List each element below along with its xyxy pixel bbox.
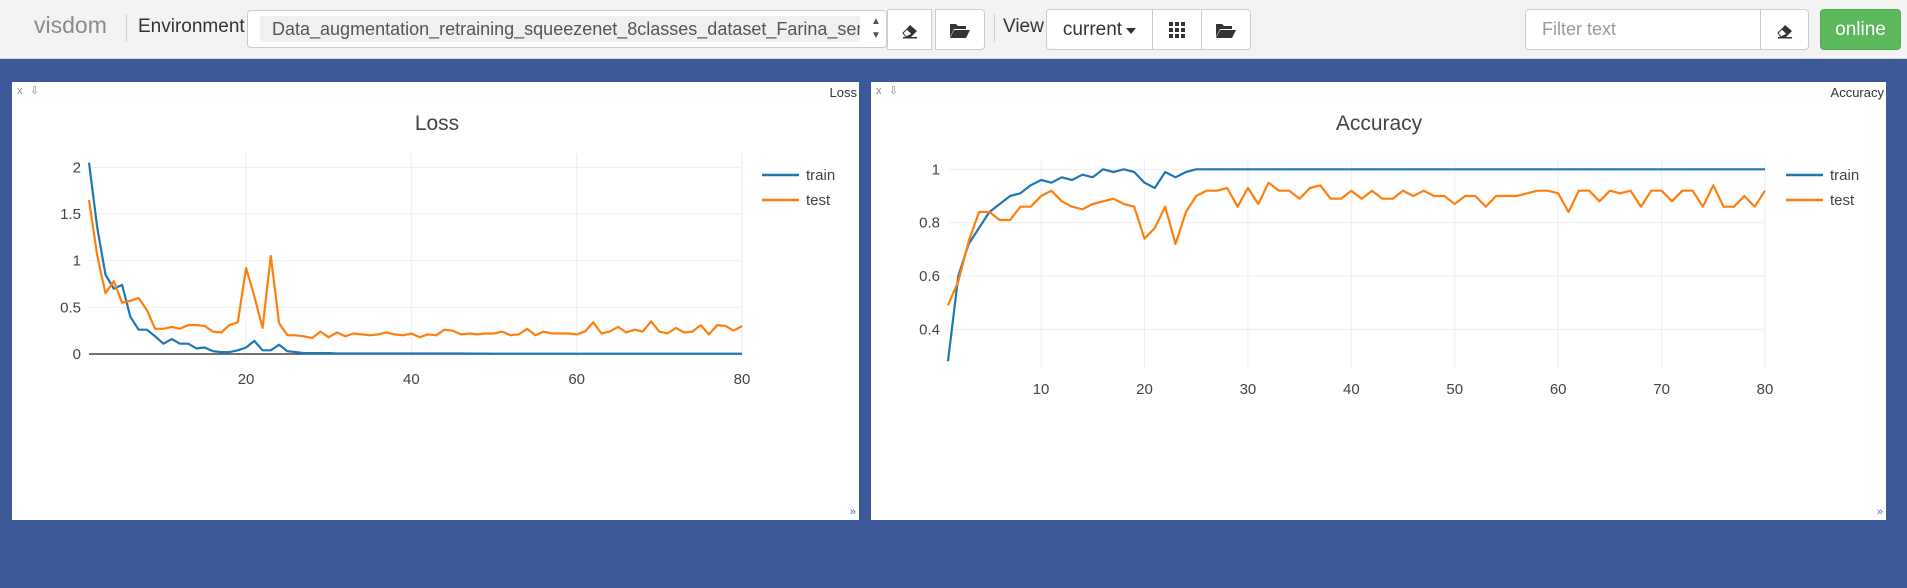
x-tick-label: 30: [1240, 381, 1257, 398]
x-tick-label: 80: [734, 371, 751, 388]
series-line-train: [946, 168, 1765, 362]
accuracy-plot-pane[interactable]: x ⇩ Accuracy Accuracy 10 20 30 40 50 60 70 80 0.4…: [871, 82, 1886, 520]
series-line-test: [946, 181, 1766, 306]
folder-open-icon: [949, 21, 971, 39]
legend-label-test: test: [1830, 192, 1855, 209]
environment-scroll-arrows[interactable]: ▲ ▼: [868, 15, 884, 45]
legend-label-train: train: [806, 167, 835, 184]
legend-label-test: test: [806, 192, 831, 209]
x-tick-label: 10: [1033, 381, 1050, 398]
chart-title: Loss: [415, 112, 459, 135]
open-env-button[interactable]: [935, 9, 985, 50]
brand-logo: visdom: [34, 12, 107, 38]
x-tick-label: 60: [568, 371, 585, 388]
x-tick-label: 20: [1136, 381, 1153, 398]
open-view-button[interactable]: [1201, 9, 1251, 50]
online-status-button[interactable]: online: [1820, 9, 1901, 50]
y-tick-label: 1: [932, 161, 940, 178]
loss-plot-pane[interactable]: x ⇩ Loss Loss 20 40 60 80 0 0.5 1 1.5 2 train test …: [12, 82, 859, 520]
divider: [994, 14, 995, 42]
series-line-test: [87, 199, 743, 340]
chart-title: Accuracy: [1336, 112, 1423, 135]
layout-grid-button[interactable]: [1152, 9, 1202, 50]
y-tick-label: 0: [73, 346, 81, 363]
y-tick-label: 1.5: [60, 206, 81, 223]
x-tick-label: 70: [1653, 381, 1670, 398]
folder-open-icon: [1215, 21, 1237, 39]
x-tick-label: 40: [1343, 381, 1360, 398]
view-label: View: [1003, 16, 1044, 37]
environment-tag: Data_augmentation_retraining_squeezenet_…: [260, 16, 860, 42]
clear-filter-button[interactable]: [1760, 9, 1809, 50]
chevron-down-icon: [1126, 27, 1137, 34]
y-tick-label: 0.4: [919, 321, 940, 338]
resize-handle-icon[interactable]: »: [1877, 506, 1883, 518]
environment-select[interactable]: Data_augmentation_retraining_squeezenet_…: [247, 10, 887, 48]
legend-label-train: train: [1830, 167, 1859, 184]
y-tick-label: 2: [73, 159, 81, 176]
x-tick-label: 40: [403, 371, 420, 388]
y-tick-label: 0.6: [919, 268, 940, 285]
view-select-value: current: [1062, 18, 1123, 40]
environment-label: Environment: [138, 16, 245, 37]
filter-text-input[interactable]: [1525, 9, 1761, 50]
view-select[interactable]: current: [1046, 9, 1153, 50]
eraser-icon: [1776, 21, 1794, 39]
x-tick-label: 60: [1550, 381, 1567, 398]
top-navbar: visdom Environment Data_augmentation_ret…: [0, 0, 1907, 59]
eraser-icon: [901, 21, 919, 39]
divider: [126, 14, 127, 42]
clear-env-button[interactable]: [887, 9, 932, 50]
y-tick-label: 1: [73, 253, 81, 270]
accuracy-chart: Accuracy 10 20 30 40 50 60 70 80 0.4 0.6 0.8 1 train t…: [919, 112, 1859, 398]
grid-icon: [1168, 21, 1186, 39]
x-tick-label: 50: [1446, 381, 1463, 398]
loss-chart: Loss 20 40 60 80 0 0.5 1 1.5 2 train test: [60, 112, 835, 388]
y-tick-label: 0.5: [60, 299, 81, 316]
y-tick-label: 0.8: [919, 215, 940, 232]
x-tick-label: 80: [1757, 381, 1774, 398]
resize-handle-icon[interactable]: »: [850, 506, 856, 518]
x-tick-label: 20: [238, 371, 255, 388]
